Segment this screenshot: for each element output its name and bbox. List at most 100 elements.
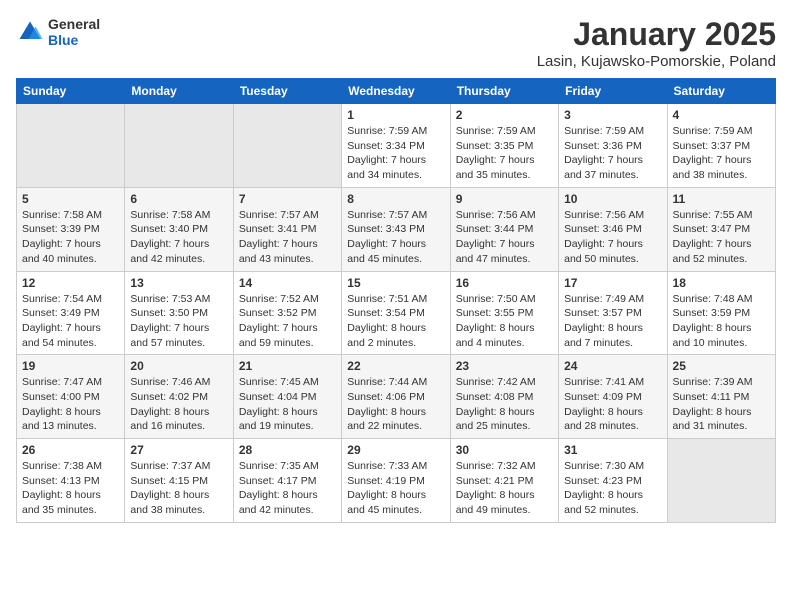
calendar-day-cell: 8 Sunrise: 7:57 AM Sunset: 3:43 PM Daylig…	[342, 187, 450, 271]
weekday-header: Sunday	[17, 79, 125, 104]
logo-blue-text: Blue	[48, 32, 100, 48]
day-info: Sunrise: 7:48 AM Sunset: 3:59 PM Dayligh…	[673, 292, 770, 351]
calendar-day-cell	[125, 104, 233, 188]
day-number: 8	[347, 192, 444, 206]
day-info: Sunrise: 7:52 AM Sunset: 3:52 PM Dayligh…	[239, 292, 336, 351]
logo-general-text: General	[48, 16, 100, 32]
calendar-day-cell: 4 Sunrise: 7:59 AM Sunset: 3:37 PM Daylig…	[667, 104, 775, 188]
title-block: January 2025 Lasin, Kujawsko-Pomorskie, …	[537, 16, 776, 70]
calendar-week-row: 1Sunrise: 7:59 AM Sunset: 3:34 PM Daylig…	[17, 104, 776, 188]
day-info: Sunrise: 7:55 AM Sunset: 3:47 PM Dayligh…	[673, 208, 770, 267]
day-info: Sunrise: 7:58 AM Sunset: 3:40 PM Dayligh…	[130, 208, 227, 267]
page-header: General Blue January 2025 Lasin, Kujawsk…	[16, 16, 776, 70]
day-number: 22	[347, 359, 444, 373]
day-number: 31	[564, 443, 661, 457]
weekday-header: Wednesday	[342, 79, 450, 104]
day-info: Sunrise: 7:59 AM Sunset: 3:37 PM Dayligh…	[673, 124, 770, 183]
day-number: 14	[239, 276, 336, 290]
calendar-day-cell: 17Sunrise: 7:49 AM Sunset: 3:57 PM Dayli…	[559, 271, 667, 355]
day-number: 26	[22, 443, 119, 457]
day-number: 10	[564, 192, 661, 206]
day-number: 30	[456, 443, 553, 457]
day-info: Sunrise: 7:37 AM Sunset: 4:15 PM Dayligh…	[130, 459, 227, 518]
calendar-day-cell: 21 Sunrise: 7:45 AM Sunset: 4:04 PM Dayli…	[233, 355, 341, 439]
day-info: Sunrise: 7:33 AM Sunset: 4:19 PM Dayligh…	[347, 459, 444, 518]
weekday-header-row: SundayMondayTuesdayWednesdayThursdayFrid…	[17, 79, 776, 104]
day-number: 6	[130, 192, 227, 206]
calendar-day-cell: 28 Sunrise: 7:35 AM Sunset: 4:17 PM Dayli…	[233, 439, 341, 523]
calendar-day-cell: 26 Sunrise: 7:38 AM Sunset: 4:13 PM Dayli…	[17, 439, 125, 523]
calendar-day-cell: 29 Sunrise: 7:33 AM Sunset: 4:19 PM Dayli…	[342, 439, 450, 523]
day-info: Sunrise: 7:59 AM Sunset: 3:36 PM Dayligh…	[564, 124, 661, 183]
calendar-day-cell: 9 Sunrise: 7:56 AM Sunset: 3:44 PM Daylig…	[450, 187, 558, 271]
day-number: 21	[239, 359, 336, 373]
day-info: Sunrise: 7:58 AM Sunset: 3:39 PM Dayligh…	[22, 208, 119, 267]
day-info: Sunrise: 7:51 AM Sunset: 3:54 PM Dayligh…	[347, 292, 444, 351]
calendar-day-cell: 2 Sunrise: 7:59 AM Sunset: 3:35 PM Daylig…	[450, 104, 558, 188]
day-number: 24	[564, 359, 661, 373]
calendar-week-row: 26 Sunrise: 7:38 AM Sunset: 4:13 PM Dayli…	[17, 439, 776, 523]
day-number: 12	[22, 276, 119, 290]
calendar-day-cell: 3 Sunrise: 7:59 AM Sunset: 3:36 PM Daylig…	[559, 104, 667, 188]
day-number: 3	[564, 108, 661, 122]
calendar-day-cell: 6 Sunrise: 7:58 AM Sunset: 3:40 PM Daylig…	[125, 187, 233, 271]
day-info: Sunrise: 7:35 AM Sunset: 4:17 PM Dayligh…	[239, 459, 336, 518]
calendar-day-cell: 27 Sunrise: 7:37 AM Sunset: 4:15 PM Dayli…	[125, 439, 233, 523]
calendar-day-cell	[233, 104, 341, 188]
location: Lasin, Kujawsko-Pomorskie, Poland	[537, 53, 776, 70]
weekday-header: Friday	[559, 79, 667, 104]
calendar-day-cell: 7Sunrise: 7:57 AM Sunset: 3:41 PM Daylig…	[233, 187, 341, 271]
weekday-header: Tuesday	[233, 79, 341, 104]
day-info: Sunrise: 7:38 AM Sunset: 4:13 PM Dayligh…	[22, 459, 119, 518]
day-info: Sunrise: 7:44 AM Sunset: 4:06 PM Dayligh…	[347, 375, 444, 434]
calendar-day-cell	[667, 439, 775, 523]
calendar-day-cell: 5 Sunrise: 7:58 AM Sunset: 3:39 PM Daylig…	[17, 187, 125, 271]
calendar-week-row: 19Sunrise: 7:47 AM Sunset: 4:00 PM Dayli…	[17, 355, 776, 439]
calendar-day-cell: 19Sunrise: 7:47 AM Sunset: 4:00 PM Dayli…	[17, 355, 125, 439]
calendar-day-cell: 31 Sunrise: 7:30 AM Sunset: 4:23 PM Dayli…	[559, 439, 667, 523]
day-info: Sunrise: 7:39 AM Sunset: 4:11 PM Dayligh…	[673, 375, 770, 434]
calendar-day-cell: 16 Sunrise: 7:50 AM Sunset: 3:55 PM Dayli…	[450, 271, 558, 355]
calendar-day-cell: 11Sunrise: 7:55 AM Sunset: 3:47 PM Dayli…	[667, 187, 775, 271]
day-number: 25	[673, 359, 770, 373]
day-info: Sunrise: 7:45 AM Sunset: 4:04 PM Dayligh…	[239, 375, 336, 434]
calendar-day-cell: 20Sunrise: 7:46 AM Sunset: 4:02 PM Dayli…	[125, 355, 233, 439]
day-number: 29	[347, 443, 444, 457]
day-number: 27	[130, 443, 227, 457]
day-info: Sunrise: 7:41 AM Sunset: 4:09 PM Dayligh…	[564, 375, 661, 434]
calendar-day-cell: 25 Sunrise: 7:39 AM Sunset: 4:11 PM Dayli…	[667, 355, 775, 439]
day-info: Sunrise: 7:56 AM Sunset: 3:44 PM Dayligh…	[456, 208, 553, 267]
calendar-day-cell: 10Sunrise: 7:56 AM Sunset: 3:46 PM Dayli…	[559, 187, 667, 271]
weekday-header: Monday	[125, 79, 233, 104]
day-info: Sunrise: 7:57 AM Sunset: 3:43 PM Dayligh…	[347, 208, 444, 267]
day-number: 20	[130, 359, 227, 373]
day-info: Sunrise: 7:30 AM Sunset: 4:23 PM Dayligh…	[564, 459, 661, 518]
day-number: 16	[456, 276, 553, 290]
day-info: Sunrise: 7:42 AM Sunset: 4:08 PM Dayligh…	[456, 375, 553, 434]
calendar-week-row: 12Sunrise: 7:54 AM Sunset: 3:49 PM Dayli…	[17, 271, 776, 355]
day-number: 2	[456, 108, 553, 122]
logo-text: General Blue	[48, 16, 100, 48]
day-number: 28	[239, 443, 336, 457]
calendar-week-row: 5 Sunrise: 7:58 AM Sunset: 3:39 PM Daylig…	[17, 187, 776, 271]
day-number: 7	[239, 192, 336, 206]
calendar-table: SundayMondayTuesdayWednesdayThursdayFrid…	[16, 78, 776, 523]
day-info: Sunrise: 7:59 AM Sunset: 3:35 PM Dayligh…	[456, 124, 553, 183]
day-number: 9	[456, 192, 553, 206]
calendar-day-cell: 12Sunrise: 7:54 AM Sunset: 3:49 PM Dayli…	[17, 271, 125, 355]
calendar-day-cell: 24 Sunrise: 7:41 AM Sunset: 4:09 PM Dayli…	[559, 355, 667, 439]
calendar-day-cell: 15Sunrise: 7:51 AM Sunset: 3:54 PM Dayli…	[342, 271, 450, 355]
day-number: 5	[22, 192, 119, 206]
day-info: Sunrise: 7:53 AM Sunset: 3:50 PM Dayligh…	[130, 292, 227, 351]
day-info: Sunrise: 7:49 AM Sunset: 3:57 PM Dayligh…	[564, 292, 661, 351]
calendar-day-cell: 1Sunrise: 7:59 AM Sunset: 3:34 PM Daylig…	[342, 104, 450, 188]
logo-icon	[16, 18, 44, 46]
day-info: Sunrise: 7:32 AM Sunset: 4:21 PM Dayligh…	[456, 459, 553, 518]
day-number: 23	[456, 359, 553, 373]
day-info: Sunrise: 7:50 AM Sunset: 3:55 PM Dayligh…	[456, 292, 553, 351]
calendar-day-cell: 13Sunrise: 7:53 AM Sunset: 3:50 PM Dayli…	[125, 271, 233, 355]
calendar-day-cell: 18Sunrise: 7:48 AM Sunset: 3:59 PM Dayli…	[667, 271, 775, 355]
day-number: 4	[673, 108, 770, 122]
month-title: January 2025	[537, 16, 776, 53]
calendar-day-cell: 14 Sunrise: 7:52 AM Sunset: 3:52 PM Dayli…	[233, 271, 341, 355]
